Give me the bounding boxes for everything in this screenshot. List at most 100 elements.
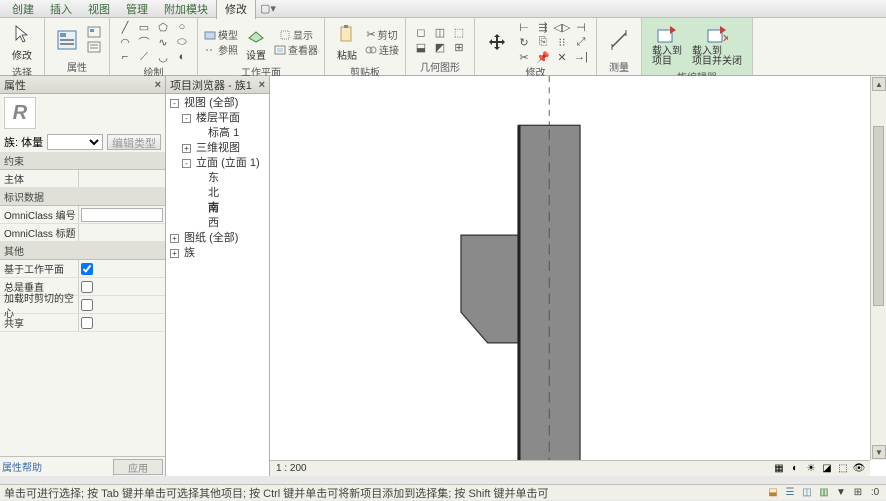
vertical-scrollbar[interactable]: ▲ ▼ — [870, 76, 886, 460]
geom-icon-5[interactable]: ◩ — [431, 40, 449, 54]
status-zoom-icon[interactable]: :0 — [868, 487, 882, 499]
spline-tool-icon[interactable]: ∿ — [154, 35, 172, 49]
tree-node[interactable]: + 三维视图 — [168, 141, 267, 156]
align-icon[interactable]: ⊢ — [515, 20, 533, 34]
properties-button[interactable] — [51, 26, 83, 54]
set-plane-button[interactable]: 设置 — [240, 20, 272, 64]
tree-toggle-icon[interactable]: + — [182, 144, 191, 153]
copy-icon[interactable]: ⎘ — [534, 35, 552, 49]
family-select[interactable] — [47, 134, 103, 150]
polygon-tool-icon[interactable]: ⬠ — [154, 20, 172, 34]
menu-insert[interactable]: 插入 — [42, 0, 80, 19]
view-detail-icon[interactable]: ▦ — [772, 463, 786, 475]
tree-node[interactable]: - 楼层平面 — [168, 111, 267, 126]
view-hide-icon[interactable]: 👁 — [852, 463, 866, 475]
cut-button[interactable]: ✂剪切 — [365, 28, 399, 42]
status-icon-1[interactable]: ⬓ — [766, 487, 780, 499]
vertical-checkbox[interactable] — [81, 281, 93, 293]
rect-tool-icon[interactable]: ▭ — [135, 20, 153, 34]
line-tool-icon[interactable]: ╱ — [116, 20, 134, 34]
properties-close-icon[interactable]: × — [155, 79, 161, 91]
modify-button[interactable]: 修改 — [6, 20, 38, 64]
draw-tool-b-icon[interactable]: ◐ — [173, 50, 191, 64]
view-shadow-icon[interactable]: ◪ — [820, 463, 834, 475]
apply-button[interactable]: 应用 — [113, 459, 163, 475]
status-filter-icon[interactable]: ▼ — [834, 487, 848, 499]
tree-node[interactable]: 标高 1 — [168, 126, 267, 141]
workplane-checkbox[interactable] — [81, 263, 93, 275]
geom-icon-3[interactable]: ⬚ — [450, 25, 468, 39]
status-icon-2[interactable]: ☰ — [783, 487, 797, 499]
tree-node[interactable]: 西 — [168, 216, 267, 231]
array-icon[interactable]: ⁝⁝ — [553, 35, 571, 49]
arc-tool-icon[interactable]: ◠ — [116, 35, 134, 49]
pin-icon[interactable]: 📌 — [534, 50, 552, 64]
measure-button[interactable] — [603, 26, 635, 54]
properties-help-link[interactable]: 属性帮助 — [2, 459, 42, 474]
trim-icon[interactable]: ⊣ — [572, 20, 590, 34]
family-types-icon[interactable] — [85, 40, 103, 54]
tree-toggle-icon[interactable]: - — [182, 159, 191, 168]
status-icon-3[interactable]: ◫ — [800, 487, 814, 499]
join-button[interactable]: 连接 — [365, 43, 399, 57]
arc2-tool-icon[interactable]: ⌒ — [135, 35, 153, 49]
paste-button[interactable]: 粘贴 — [331, 20, 363, 64]
circle-tool-icon[interactable]: ○ — [173, 20, 191, 34]
tree-toggle-icon[interactable]: + — [170, 234, 179, 243]
scroll-down-icon[interactable]: ▼ — [872, 445, 886, 459]
tree-node[interactable]: - 视图 (全部) — [168, 96, 267, 111]
move-button[interactable] — [481, 28, 513, 56]
menu-modify[interactable]: 修改 — [216, 0, 256, 19]
split-icon[interactable]: ✂ — [515, 50, 533, 64]
extend-icon[interactable]: →| — [572, 50, 590, 64]
tree-node[interactable]: + 族 — [168, 246, 267, 261]
load-project-button[interactable]: 载入到 项目 — [648, 20, 686, 69]
pick-tool-icon[interactable]: ⟋ — [135, 50, 153, 64]
edit-type-button[interactable]: 编辑类型 — [107, 134, 161, 150]
tree-toggle-icon[interactable]: + — [170, 249, 179, 258]
status-icon-4[interactable]: ▥ — [817, 487, 831, 499]
menu-manage[interactable]: 管理 — [118, 0, 156, 19]
drawing-canvas[interactable] — [270, 76, 886, 476]
ellipse-tool-icon[interactable]: ⬭ — [173, 35, 191, 49]
type-props-icon[interactable] — [85, 25, 103, 39]
load-close-button[interactable]: ✕ 载入到 项目并关闭 — [688, 20, 746, 69]
menu-addins[interactable]: 附加模块 — [156, 0, 216, 19]
tree-toggle-icon[interactable]: - — [170, 99, 179, 108]
geom-icon-6[interactable]: ⊞ — [450, 40, 468, 54]
view-crop-icon[interactable]: ⬚ — [836, 463, 850, 475]
tree-toggle-icon[interactable]: - — [182, 114, 191, 123]
view-style-icon[interactable]: ◐ — [788, 463, 802, 475]
show-button[interactable]: 显示 — [274, 28, 318, 42]
tree-node[interactable]: 东 — [168, 171, 267, 186]
view-scale[interactable]: 1 : 200 — [270, 463, 313, 474]
fillet-tool-icon[interactable]: ⌐ — [116, 50, 134, 64]
offset-icon[interactable]: ⇶ — [534, 20, 552, 34]
tree-node[interactable]: + 图纸 (全部) — [168, 231, 267, 246]
model-button[interactable]: 模型 — [204, 28, 238, 42]
geom-icon-4[interactable]: ⬓ — [412, 40, 430, 54]
geom-icon-2[interactable]: ◫ — [431, 25, 449, 39]
canvas-area[interactable]: ▲ ▼ 1 : 200 ▦ ◐ ☀ ◪ ⬚ 👁 — [270, 76, 886, 476]
viewer-button[interactable]: 查看器 — [274, 43, 318, 57]
scale-icon[interactable]: ⤢ — [572, 35, 590, 49]
status-select-icon[interactable]: ⊞ — [851, 487, 865, 499]
draw-tool-a-icon[interactable]: ◡ — [154, 50, 172, 64]
scroll-up-icon[interactable]: ▲ — [872, 77, 886, 91]
tree-close-icon[interactable]: × — [259, 79, 265, 91]
delete-icon[interactable]: ✕ — [553, 50, 571, 64]
tree-node[interactable]: 南 — [168, 201, 267, 216]
menu-overflow-icon[interactable]: ▢▾ — [260, 2, 276, 15]
view-sun-icon[interactable]: ☀ — [804, 463, 818, 475]
tree-node[interactable]: - 立面 (立面 1) — [168, 156, 267, 171]
shared-checkbox[interactable] — [81, 317, 93, 329]
menu-view[interactable]: 视图 — [80, 0, 118, 19]
scroll-thumb-v[interactable] — [873, 126, 884, 306]
geom-icon-1[interactable]: ◻ — [412, 25, 430, 39]
omni-num-input[interactable] — [81, 208, 163, 222]
ref-button[interactable]: 参照 — [204, 43, 238, 57]
rotate-icon[interactable]: ↻ — [515, 35, 533, 49]
mirror-icon[interactable]: ◁▷ — [553, 20, 571, 34]
cutvoids-checkbox[interactable] — [81, 299, 93, 311]
tree-node[interactable]: 北 — [168, 186, 267, 201]
